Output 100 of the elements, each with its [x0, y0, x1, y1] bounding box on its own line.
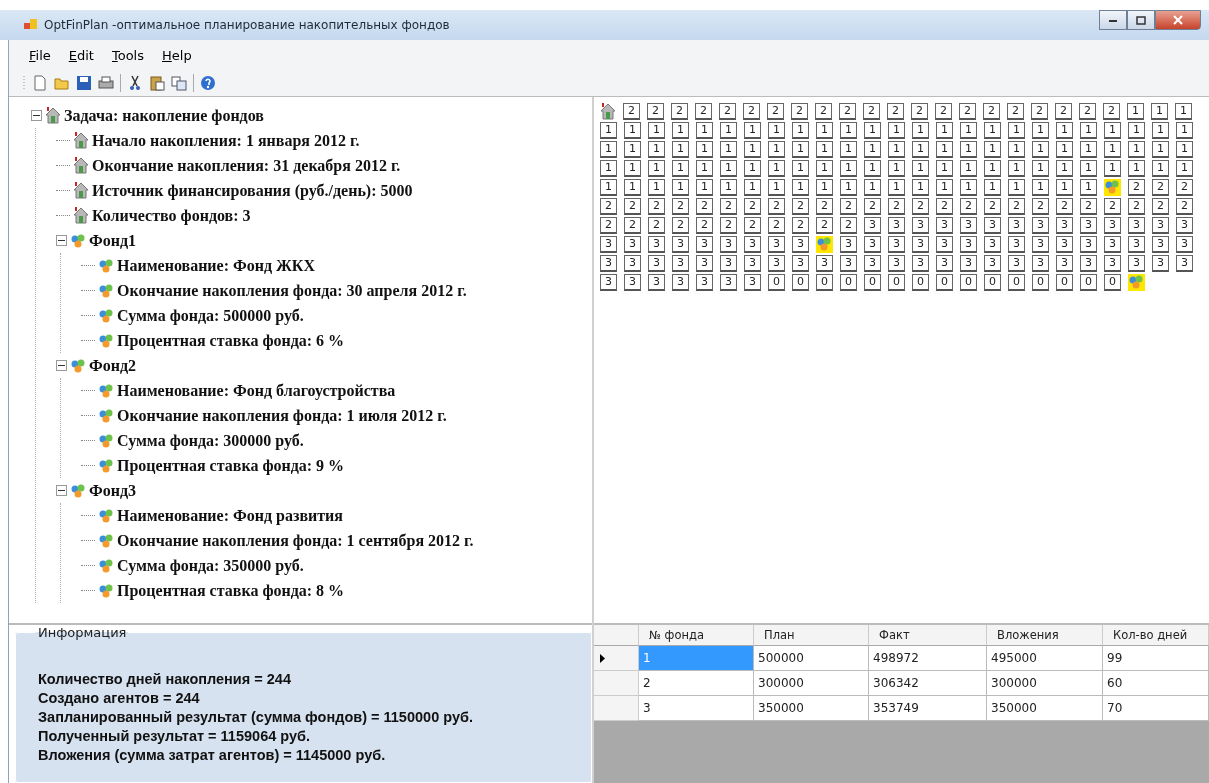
house-icon [45, 107, 61, 124]
agent-cell: 1 [696, 179, 713, 196]
agent-cell: 3 [672, 255, 689, 272]
close-button[interactable] [1155, 10, 1201, 30]
agent-cell: 2 [1032, 198, 1049, 215]
menu-item[interactable]: Tools [105, 47, 150, 63]
agent-cell: 1 [672, 179, 689, 196]
menu-item[interactable]: File [23, 47, 57, 63]
copy-icon[interactable] [171, 75, 187, 91]
agent-cell: 1 [984, 141, 1001, 158]
info-line: Полученный результат = 1159064 руб. [38, 727, 311, 746]
scissors-icon[interactable] [127, 75, 143, 91]
help-icon[interactable] [200, 75, 216, 91]
tree-item[interactable]: Сумма фонда: 350000 руб. [117, 556, 304, 575]
agent-cell: 3 [1104, 255, 1121, 272]
agent-cell: 3 [744, 255, 761, 272]
agent-cell: 3 [1152, 217, 1169, 234]
minimize-button[interactable] [1099, 10, 1127, 30]
column-header[interactable]: План [754, 625, 869, 646]
close-icon [1173, 15, 1183, 25]
floppy-icon[interactable] [76, 75, 92, 91]
table-cell: 495000 [987, 646, 1103, 671]
house-icon [73, 207, 89, 224]
agent-cell: 3 [960, 236, 977, 253]
agent-cell: 1 [816, 160, 833, 177]
agent-cell: 3 [1032, 217, 1049, 234]
tree-item[interactable]: Количество фондов: 3 [92, 206, 251, 225]
agent-cell: 3 [888, 236, 905, 253]
fund-icon [98, 257, 114, 274]
expander-toggle[interactable] [56, 360, 67, 371]
agent-cell: 3 [864, 217, 881, 234]
tree-item[interactable]: Процентная ставка фонда: 9 % [117, 456, 345, 475]
agent-cell: 0 [936, 274, 953, 291]
agent-cell: 1 [744, 122, 761, 139]
agent-cell: 3 [984, 217, 1001, 234]
agent-cell: 2 [816, 217, 833, 234]
tree-item[interactable]: Начало накопления: 1 января 2012 г. [92, 131, 360, 150]
agent-cell: 2 [935, 103, 952, 120]
column-header[interactable]: Вложения [987, 625, 1103, 646]
tree-item[interactable]: Фонд3 [89, 481, 137, 500]
tree-item[interactable]: Задача: накопление фондов [64, 106, 264, 125]
agent-cell: 2 [911, 103, 928, 120]
expander-toggle[interactable] [31, 110, 42, 121]
maximize-button[interactable] [1127, 10, 1155, 30]
new-file-icon[interactable] [32, 75, 48, 91]
tree-item[interactable]: Процентная ставка фонда: 6 % [117, 331, 345, 350]
agent-cell: 1 [960, 141, 977, 158]
agent-cell: 1 [960, 160, 977, 177]
tree-item[interactable]: Наименование: Фонд развития [117, 506, 343, 525]
agent-cell: 1 [600, 141, 617, 158]
row-header[interactable] [594, 646, 639, 671]
tree-item[interactable]: Окончание накопления: 31 декабря 2012 г. [92, 156, 401, 175]
tree-item[interactable]: Фонд1 [89, 231, 137, 250]
tree-item[interactable]: Фонд2 [89, 356, 137, 375]
agent-cell: 1 [960, 122, 977, 139]
expander-toggle[interactable] [56, 235, 67, 246]
fund-icon [98, 532, 114, 549]
agent-cell: 3 [792, 255, 809, 272]
house-icon [73, 182, 89, 199]
agent-cell: 3 [1128, 255, 1145, 272]
agent-cell: 3 [888, 217, 905, 234]
menu-item[interactable]: Edit [62, 47, 100, 63]
agent-cell: 1 [768, 160, 785, 177]
fund-icon [98, 582, 114, 599]
toolbar-grip [23, 75, 26, 91]
agent-cell: 2 [624, 198, 641, 215]
agent-cell: 0 [888, 274, 905, 291]
tree-item[interactable]: Окончание накопления фонда: 1 июля 2012 г. [117, 406, 447, 425]
menu-item[interactable]: Help [156, 47, 198, 63]
tree-item[interactable]: Сумма фонда: 500000 руб. [117, 306, 304, 325]
agent-cell: 1 [840, 122, 857, 139]
agent-cell: 3 [768, 255, 785, 272]
agent-cell: 3 [1104, 217, 1121, 234]
column-header[interactable]: № фонда [639, 625, 754, 646]
printer-icon[interactable] [98, 75, 114, 91]
tree-item[interactable]: Окончание накопления фонда: 1 сентября 2012 г. [117, 531, 474, 550]
agent-cell: 1 [888, 179, 905, 196]
tree-item[interactable]: Наименование: Фонд благоустройства [117, 381, 396, 400]
column-header[interactable]: Факт [869, 625, 987, 646]
agent-cell: 1 [816, 141, 833, 158]
agent-cell: 1 [1104, 141, 1121, 158]
tree-item[interactable]: Окончание накопления фонда: 30 апреля 2012 г. [117, 281, 467, 300]
agent-cell: 2 [671, 103, 688, 120]
tree-item[interactable]: Сумма фонда: 300000 руб. [117, 431, 304, 450]
agent-cell: 3 [1080, 236, 1097, 253]
tree-item[interactable]: Наименование: Фонд ЖКХ [117, 256, 316, 275]
house-icon [73, 132, 89, 149]
tree-item[interactable]: Источник финансирования (руб./день): 5000 [92, 181, 413, 200]
agent-cell: 3 [1008, 236, 1025, 253]
agent-cell: 1 [792, 141, 809, 158]
tree-item[interactable]: Процентная ставка фонда: 8 % [117, 581, 345, 600]
agent-cell: 1 [816, 122, 833, 139]
agent-cell: 3 [960, 217, 977, 234]
clipboard-icon[interactable] [149, 75, 165, 91]
fund-icon [98, 382, 114, 399]
agent-cell: 3 [672, 236, 689, 253]
info-line: Количество дней накопления = 244 [38, 670, 292, 689]
agent-cell: 0 [840, 274, 857, 291]
column-header[interactable]: Кол-во дней [1103, 625, 1209, 646]
expander-toggle[interactable] [56, 485, 67, 496]
